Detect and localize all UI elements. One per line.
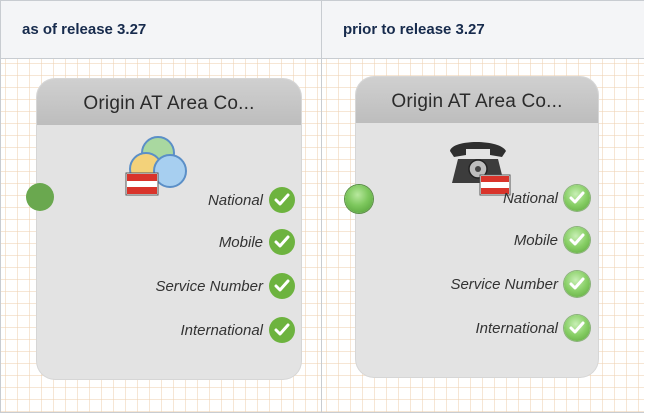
exit-mobile[interactable]: Mobile: [514, 227, 590, 253]
check-icon[interactable]: [564, 271, 590, 297]
node-title-bar[interactable]: Origin AT Area Co...: [37, 79, 301, 125]
check-icon[interactable]: [564, 227, 590, 253]
column-new-release: as of release 3.27 Origin AT Area Co... …: [1, 1, 322, 412]
exit-label: Mobile: [513, 231, 558, 249]
exit-national[interactable]: National: [503, 185, 590, 211]
exit-service-number[interactable]: Service Number: [450, 271, 590, 297]
exit-service-number[interactable]: Service Number: [155, 273, 295, 299]
exit-label: Service Number: [450, 275, 558, 293]
check-icon[interactable]: [269, 273, 295, 299]
origin-area-code-node[interactable]: Origin AT Area Co... National Mobile Ser…: [37, 79, 301, 379]
node-title: Origin AT Area Co...: [83, 93, 255, 114]
origin-area-code-node[interactable]: Origin AT Area Co... National Mobile Ser…: [356, 77, 598, 377]
column-header-label: as of release 3.27: [22, 21, 147, 38]
column-header: as of release 3.27: [1, 1, 321, 59]
node-title-bar[interactable]: Origin AT Area Co...: [356, 77, 598, 123]
check-icon[interactable]: [564, 185, 590, 211]
flow-canvas: Origin AT Area Co... National Mobile Ser…: [322, 59, 644, 412]
check-icon[interactable]: [269, 317, 295, 343]
input-port[interactable]: [26, 183, 54, 211]
exit-label: Service Number: [155, 277, 263, 295]
exit-international[interactable]: International: [475, 315, 590, 341]
exit-international[interactable]: International: [180, 317, 295, 343]
exit-mobile[interactable]: Mobile: [219, 229, 295, 255]
exit-label: Mobile: [218, 233, 263, 251]
flow-canvas: Origin AT Area Co... National Mobile Ser…: [1, 59, 321, 412]
exit-label: International: [180, 321, 263, 339]
column-previous-release: prior to release 3.27 Origin AT Area Co.…: [322, 1, 644, 412]
column-header: prior to release 3.27: [322, 1, 644, 59]
node-title: Origin AT Area Co...: [391, 91, 563, 112]
area-code-flag-icon: [125, 136, 187, 196]
column-header-label: prior to release 3.27: [343, 21, 485, 38]
check-icon[interactable]: [269, 187, 295, 213]
check-icon[interactable]: [564, 315, 590, 341]
exit-national[interactable]: National: [208, 187, 295, 213]
check-icon[interactable]: [269, 229, 295, 255]
exit-label: National: [207, 191, 263, 209]
input-port[interactable]: [345, 185, 373, 213]
comparison-table: as of release 3.27 Origin AT Area Co... …: [0, 0, 644, 413]
exit-label: National: [502, 189, 558, 207]
exit-label: International: [475, 319, 558, 337]
